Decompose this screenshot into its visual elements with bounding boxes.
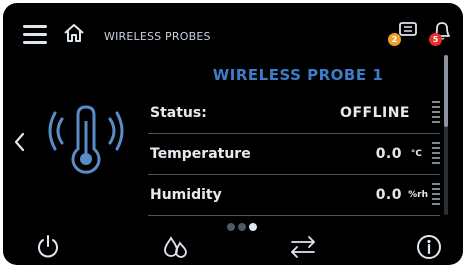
status-row: Status: OFFLINE	[148, 93, 440, 134]
transfer-arrows-icon[interactable]	[289, 234, 317, 264]
status-label: Status:	[150, 105, 207, 121]
top-bar: WIRELESS PROBES 2 5	[3, 3, 463, 47]
humidity-unit: %rh	[408, 190, 428, 200]
temperature-value: 0.0	[375, 146, 402, 162]
temperature-unit: °C	[410, 149, 422, 159]
humidity-row: Humidity 0.0 %rh	[148, 175, 440, 216]
home-icon[interactable]	[63, 23, 85, 47]
page-dot[interactable]	[238, 223, 246, 231]
wireless-probe-icon	[48, 101, 124, 181]
row-grip-icon	[432, 101, 440, 126]
probe-data-list: Status: OFFLINE Temperature 0.0 °C Humid…	[148, 93, 440, 216]
scrollbar-thumb[interactable]	[444, 55, 448, 127]
breadcrumb: WIRELESS PROBES	[104, 30, 211, 43]
temperature-row: Temperature 0.0 °C	[148, 134, 440, 175]
status-value: OFFLINE	[340, 105, 410, 121]
humidity-drops-icon[interactable]	[161, 233, 189, 265]
humidity-value: 0.0	[375, 187, 402, 203]
alarms-badge: 5	[429, 33, 442, 46]
power-icon[interactable]	[35, 234, 61, 264]
row-grip-icon	[432, 183, 440, 208]
row-grip-icon	[432, 142, 440, 167]
humidity-label: Humidity	[150, 187, 222, 203]
page-dot-active[interactable]	[249, 223, 257, 231]
info-icon[interactable]	[415, 233, 443, 265]
hamburger-icon[interactable]	[23, 25, 47, 44]
device-screen: WIRELESS PROBES 2 5 WIRELESS PROBE 1 Sta…	[3, 3, 463, 265]
page-dot[interactable]	[227, 223, 235, 231]
messages-badge: 2	[388, 33, 401, 46]
probe-title: WIRELESS PROBE 1	[212, 66, 384, 84]
temperature-label: Temperature	[150, 146, 251, 162]
chevron-left-icon[interactable]	[11, 131, 29, 153]
page-indicator	[227, 216, 260, 235]
